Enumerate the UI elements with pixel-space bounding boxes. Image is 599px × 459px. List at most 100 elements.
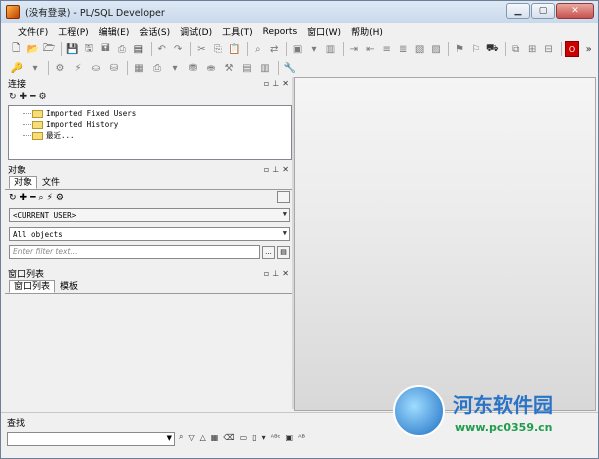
print-icon[interactable]: ⎙ xyxy=(115,41,129,57)
eraser-icon[interactable]: ⌫ xyxy=(223,433,234,442)
remove-icon[interactable]: ━ xyxy=(30,193,35,203)
add-icon[interactable]: ✚ xyxy=(20,193,28,203)
tree-item[interactable]: Imported Fixed Users xyxy=(23,108,291,119)
binoculars-icon[interactable]: ⌕ xyxy=(39,193,44,203)
close-panel-icon[interactable]: ✕ xyxy=(282,269,289,278)
tile-vertical-icon[interactable]: ⊟ xyxy=(541,41,555,57)
filter-browse-button[interactable]: ... xyxy=(262,245,275,259)
save-icon[interactable]: 💾 xyxy=(65,41,79,57)
tab-templates[interactable]: 模板 xyxy=(55,280,83,293)
step-icon[interactable]: ▥ xyxy=(323,41,337,57)
report-dropdown-icon[interactable]: ▾ xyxy=(167,60,183,76)
regex-icon[interactable]: ᴬᴮ xyxy=(298,433,305,442)
menu-project[interactable]: 工程(P) xyxy=(53,25,93,38)
recompile-icon[interactable]: ⛁ xyxy=(106,60,122,76)
export-icon[interactable]: ⛃ xyxy=(185,60,201,76)
float-icon[interactable]: ▫ xyxy=(264,269,269,278)
command-window-icon[interactable]: ▥ xyxy=(257,60,273,76)
menu-help[interactable]: 帮助(H) xyxy=(346,25,388,38)
refresh-icon[interactable]: ↻ xyxy=(9,193,17,203)
float-icon[interactable]: ▫ xyxy=(264,79,269,88)
remove-icon[interactable]: ━ xyxy=(30,92,35,102)
menu-debug[interactable]: 调试(D) xyxy=(175,25,217,38)
commit-icon[interactable]: ⚐ xyxy=(469,41,483,57)
find-icon[interactable]: ⌕ xyxy=(251,41,265,57)
match-case-icon[interactable]: ᴬᴮᶜ xyxy=(271,433,281,442)
comment-icon[interactable]: ▧ xyxy=(412,41,426,57)
toolbar-overflow-icon[interactable]: » xyxy=(581,41,595,57)
cascade-icon[interactable]: ⧉ xyxy=(508,41,522,57)
filter-icon[interactable]: ⚡ xyxy=(47,193,53,203)
diff-icon[interactable]: ⚒ xyxy=(221,60,237,76)
binoculars-icon[interactable]: ⌕ xyxy=(179,432,183,442)
find-input[interactable]: ▼ xyxy=(7,432,175,446)
gear-icon[interactable]: ⚙ xyxy=(52,60,68,76)
menu-window[interactable]: 窗口(W) xyxy=(302,25,346,38)
execute-icon[interactable]: ▣ xyxy=(290,41,304,57)
close-button[interactable]: ✕ xyxy=(556,3,594,19)
tab-files[interactable]: 文件 xyxy=(37,176,65,189)
menu-edit[interactable]: 编辑(E) xyxy=(94,25,135,38)
close-panel-icon[interactable]: ✕ xyxy=(282,165,289,174)
cut-icon[interactable]: ✂ xyxy=(194,41,208,57)
properties-icon[interactable]: ⚙ xyxy=(56,193,64,203)
pin-icon[interactable]: ⊥ xyxy=(272,269,279,278)
print-setup-icon[interactable]: ▤ xyxy=(131,41,145,57)
redo-icon[interactable]: ↷ xyxy=(171,41,185,57)
add-icon[interactable]: ✚ xyxy=(20,92,28,102)
undo-icon[interactable]: ↶ xyxy=(154,41,168,57)
execute-dropdown-icon[interactable]: ▾ xyxy=(307,41,321,57)
sql-window-icon[interactable]: ▤ xyxy=(239,60,255,76)
key-dropdown-icon[interactable]: ▾ xyxy=(27,60,43,76)
compile-icon[interactable]: ⛀ xyxy=(88,60,104,76)
uppercase-icon[interactable]: ≡ xyxy=(380,41,394,57)
save-all-icon[interactable]: 🖬 xyxy=(98,41,112,57)
unindent-icon[interactable]: ⇤ xyxy=(363,41,377,57)
rollback-icon[interactable]: ⛟ xyxy=(485,41,499,57)
replace-icon[interactable]: ⇄ xyxy=(267,41,281,57)
open-project-icon[interactable]: 🗁 xyxy=(42,41,56,57)
copy-icon[interactable]: ⎘ xyxy=(211,41,225,57)
new-icon[interactable]: 🗋 xyxy=(9,41,23,57)
report-icon[interactable]: ▦ xyxy=(131,60,147,76)
import-icon[interactable]: ⛂ xyxy=(203,60,219,76)
tree-item[interactable]: 最近... xyxy=(23,130,291,141)
find-next-icon[interactable]: ▽ xyxy=(188,433,194,442)
close-panel-icon[interactable]: ✕ xyxy=(282,79,289,88)
wrench-icon[interactable]: 🔧 xyxy=(282,60,298,76)
wand-icon[interactable]: ⚡ xyxy=(70,60,86,76)
key-icon[interactable]: 🔑 xyxy=(9,60,25,76)
whole-word-icon[interactable]: ▣ xyxy=(286,433,294,442)
tile-icon[interactable]: ⊞ xyxy=(525,41,539,57)
indent-icon[interactable]: ⇥ xyxy=(347,41,361,57)
filter-input[interactable]: Enter filter text... xyxy=(9,245,260,259)
oracle-icon[interactable]: O xyxy=(564,41,580,57)
print-report-icon[interactable]: ⎙ xyxy=(149,60,165,76)
find-previous-icon[interactable]: △ xyxy=(200,433,206,442)
properties-icon[interactable]: ⚙ xyxy=(39,92,47,102)
user-select[interactable]: <CURRENT USER> ▼ xyxy=(9,208,290,222)
filter-apply-icon[interactable]: ▤ xyxy=(277,245,290,259)
open-icon[interactable]: 📂 xyxy=(25,41,39,57)
refresh-icon[interactable]: ↻ xyxy=(9,92,17,102)
uncomment-icon[interactable]: ▨ xyxy=(429,41,443,57)
highlight-icon[interactable]: ▦ xyxy=(211,433,219,442)
pin-icon[interactable]: ⊥ xyxy=(272,165,279,174)
lowercase-icon[interactable]: ≣ xyxy=(396,41,410,57)
tab-window-list[interactable]: 窗口列表 xyxy=(9,280,56,293)
explain-plan-icon[interactable]: ⚑ xyxy=(452,41,466,57)
tree-item[interactable]: Imported History xyxy=(23,119,291,130)
float-icon[interactable]: ▫ xyxy=(264,165,269,174)
toggle-button[interactable] xyxy=(277,191,290,203)
menu-session[interactable]: 会话(S) xyxy=(134,25,175,38)
save-as-icon[interactable]: 🖫 xyxy=(82,41,96,57)
menu-file[interactable]: 文件(F) xyxy=(13,25,53,38)
minimize-button[interactable]: ▁ xyxy=(506,3,530,19)
tab-objects[interactable]: 对象 xyxy=(9,176,38,189)
dropdown-icon[interactable]: ▾ xyxy=(262,433,266,442)
select-mode-icon[interactable]: ▭ xyxy=(240,433,248,442)
object-type-select[interactable]: All objects ▼ xyxy=(9,227,290,241)
paste-icon[interactable]: 📋 xyxy=(227,41,241,57)
maximize-button[interactable]: ▢ xyxy=(531,3,555,19)
menu-tools[interactable]: 工具(T) xyxy=(217,25,258,38)
